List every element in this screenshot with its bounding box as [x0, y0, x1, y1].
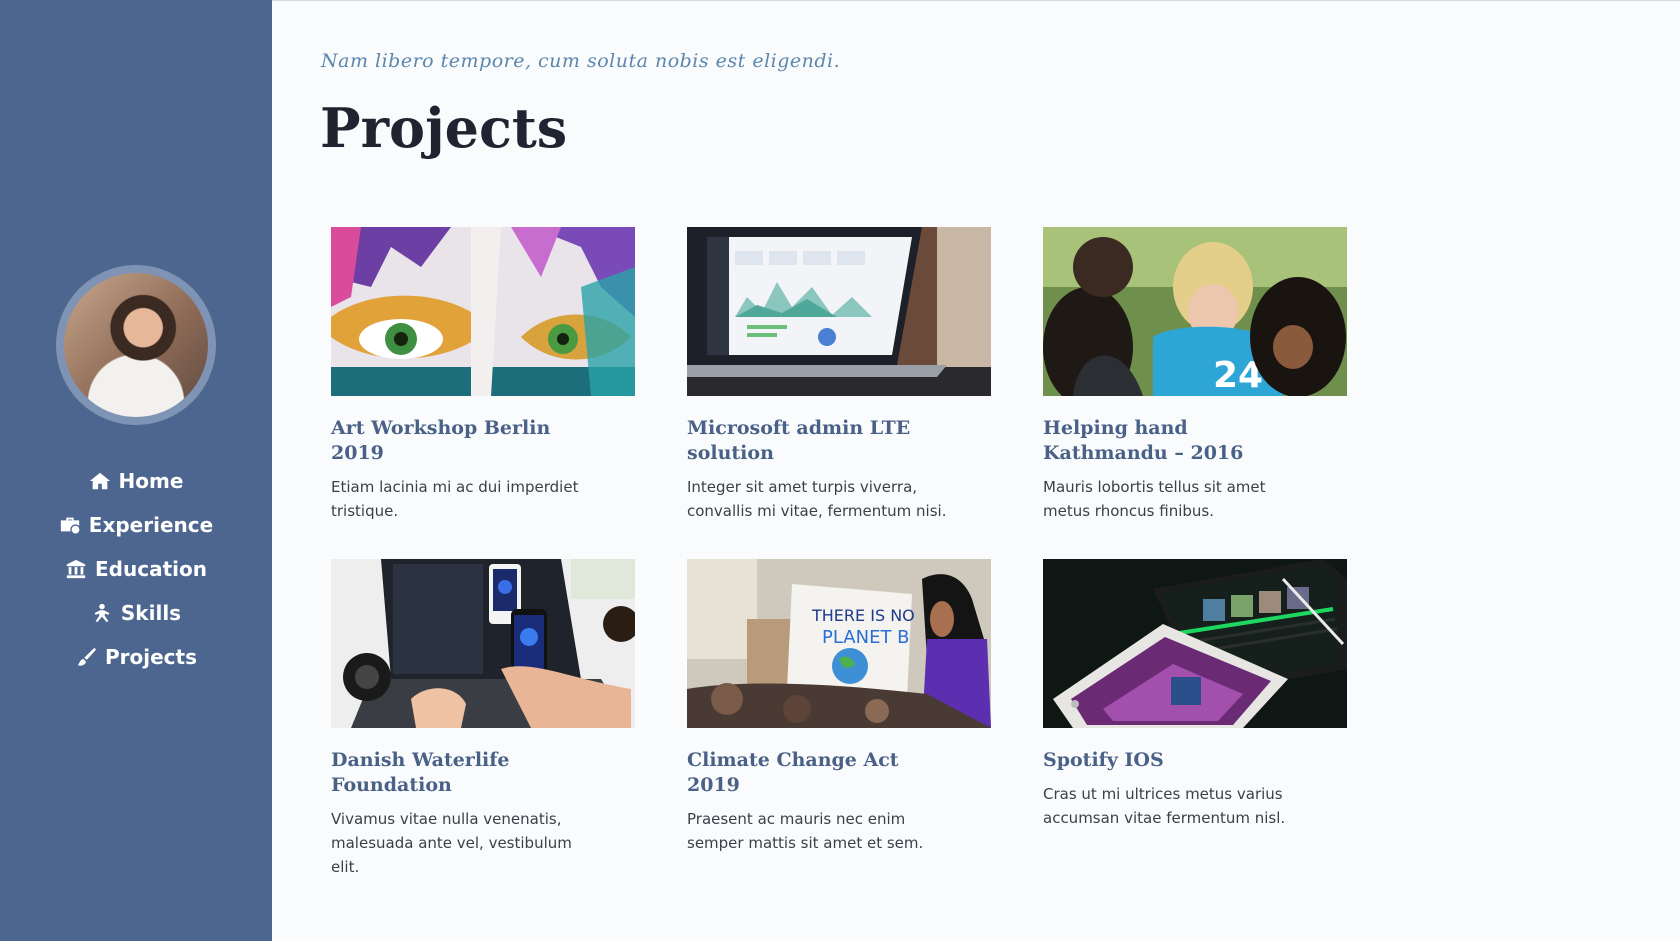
nav-label: Experience [88, 513, 214, 537]
nav-item-home[interactable]: Home [89, 468, 184, 494]
nav-item-projects[interactable]: Projects [75, 644, 197, 670]
nav-label: Skills [120, 601, 182, 625]
sidebar: Home Experience Education Skills Project… [0, 0, 272, 941]
projects-grid: Art Workshop Berlin 2019 Etiam lacinia m… [331, 227, 1347, 879]
project-image [1043, 559, 1347, 728]
project-title[interactable]: Microsoft admin LTE solution [687, 416, 957, 466]
project-description: Etiam lacinia mi ac dui imperdiet tristi… [331, 478, 579, 520]
project-title[interactable]: Climate Change Act 2019 [687, 748, 957, 798]
nav-label: Education [95, 557, 207, 581]
project-card[interactable]: Spotify IOS Cras ut mi ultrices metus va… [1043, 559, 1347, 879]
project-card[interactable]: THERE IS NO PLANET B Climate Change Act … [687, 559, 991, 879]
paint-brush-icon [75, 646, 97, 668]
avatar-ring [56, 265, 216, 425]
svg-text:THERE IS NO: THERE IS NO [811, 606, 915, 625]
main-content: Nam libero tempore, cum soluta nobis est… [272, 0, 1680, 941]
nav-label: Projects [104, 645, 197, 669]
nav-label: Home [118, 469, 184, 493]
svg-text:PLANET B: PLANET B [822, 627, 910, 648]
project-image: THERE IS NO PLANET B [687, 559, 991, 728]
nav-item-experience[interactable]: Experience [59, 512, 213, 538]
project-description: Integer sit amet turpis viverra, convall… [687, 478, 947, 520]
project-image [331, 227, 635, 396]
nav-item-skills[interactable]: Skills [91, 600, 181, 626]
university-icon [65, 558, 87, 580]
project-image: 24 [1043, 227, 1347, 396]
page-title: Projects [320, 96, 568, 160]
project-title[interactable]: Danish Waterlife Foundation [331, 748, 601, 798]
briefcase-icon [59, 514, 81, 536]
project-card[interactable]: 24 Helping hand Kathmandu – 2016 Mauris … [1043, 227, 1347, 523]
project-card[interactable]: Art Workshop Berlin 2019 Etiam lacinia m… [331, 227, 635, 523]
sidebar-nav: Home Experience Education Skills Project… [0, 468, 272, 670]
project-description: Cras ut mi ultrices metus varius accumsa… [1043, 785, 1286, 827]
project-title[interactable]: Helping hand Kathmandu – 2016 [1043, 416, 1313, 466]
home-icon [89, 470, 111, 492]
project-card[interactable]: Microsoft admin LTE solution Integer sit… [687, 227, 991, 523]
skills-icon [91, 602, 113, 624]
page-subtitle: Nam libero tempore, cum soluta nobis est… [321, 50, 841, 72]
project-description: Mauris lobortis tellus sit amet metus rh… [1043, 478, 1266, 520]
project-image [331, 559, 635, 728]
nav-item-education[interactable]: Education [65, 556, 207, 582]
project-image [687, 227, 991, 396]
project-title[interactable]: Spotify IOS [1043, 748, 1313, 773]
project-card[interactable]: Danish Waterlife Foundation Vivamus vita… [331, 559, 635, 879]
project-description: Vivamus vitae nulla venenatis, malesuada… [331, 810, 572, 876]
project-description: Praesent ac mauris nec enim semper matti… [687, 810, 924, 852]
avatar [64, 273, 208, 417]
project-title[interactable]: Art Workshop Berlin 2019 [331, 416, 601, 466]
top-divider [272, 0, 1680, 1]
